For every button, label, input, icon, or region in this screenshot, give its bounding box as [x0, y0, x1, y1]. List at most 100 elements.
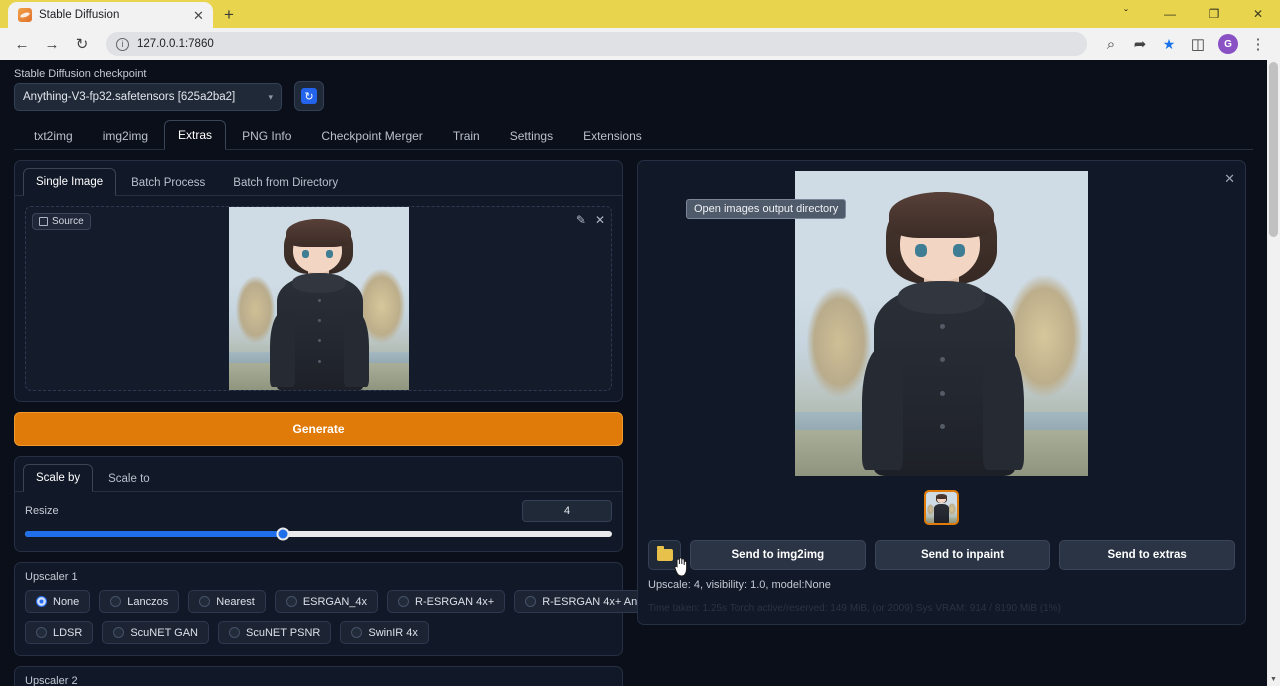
radio-icon — [36, 627, 47, 638]
source-image-preview — [229, 206, 409, 391]
result-thumbnail-strip — [648, 490, 1235, 525]
send-to-inpaint-button[interactable]: Send to inpaint — [875, 540, 1051, 570]
window-close-icon[interactable]: ✕ — [1236, 0, 1280, 28]
reload-icon[interactable]: ↻ — [68, 30, 96, 58]
resize-slider[interactable] — [25, 531, 612, 537]
browser-toolbar: ← → ↻ i 127.0.0.1:7860 ⌕ ➦ ★ ◫ G ⋮ — [0, 28, 1280, 60]
option-label: Lanczos — [127, 596, 168, 608]
upscaler1-option-ldsr[interactable]: LDSR — [25, 621, 93, 644]
anime-girl-thumbnail — [926, 492, 957, 523]
option-label: ScuNET PSNR — [246, 627, 320, 639]
tab-train[interactable]: Train — [439, 121, 494, 150]
radio-icon — [525, 596, 536, 607]
tab-png-info[interactable]: PNG Info — [228, 121, 305, 150]
profile-avatar[interactable]: G — [1218, 34, 1238, 54]
scroll-down-arrow[interactable]: ▼ — [1267, 673, 1280, 686]
resize-value-input[interactable]: 4 — [522, 500, 612, 522]
address-bar[interactable]: i 127.0.0.1:7860 — [106, 32, 1087, 56]
tab-extras[interactable]: Extras — [164, 120, 226, 150]
upscaler1-option-r-esrgan-4x-plus[interactable]: R-ESRGAN 4x+ — [387, 590, 505, 613]
tab-settings[interactable]: Settings — [496, 121, 567, 150]
checkpoint-row: Stable Diffusion checkpoint Anything-V3-… — [14, 68, 1253, 111]
radio-icon — [398, 596, 409, 607]
window-controls: ˇ — ❐ ✕ — [1104, 0, 1280, 28]
new-tab-button[interactable]: + — [215, 2, 243, 28]
upscaler1-option-scunet-gan[interactable]: ScuNET GAN — [102, 621, 209, 644]
checkpoint-label: Stable Diffusion checkpoint — [14, 68, 282, 80]
upscaler-1-group: Upscaler 1 None Lanczos — [14, 562, 623, 656]
single-image-body: Source ✎ ✕ — [15, 196, 622, 401]
chevron-down-icon: ▾ — [268, 92, 273, 103]
upscaler1-option-swinir-4x[interactable]: SwinIR 4x — [340, 621, 429, 644]
option-label: R-ESRGAN 4x+ — [415, 596, 494, 608]
upscaler-1-row-2: LDSR ScuNET GAN ScuNET PSNR — [25, 621, 612, 644]
radio-icon — [199, 596, 210, 607]
mouse-cursor-icon — [674, 557, 690, 577]
result-gallery-panel: ✕ — [637, 160, 1246, 625]
tab-txt2img[interactable]: txt2img — [20, 121, 87, 150]
webui-page: Stable Diffusion checkpoint Anything-V3-… — [0, 60, 1280, 686]
page-scrollbar[interactable]: ▲ ▼ — [1267, 60, 1280, 686]
tab-scale-by[interactable]: Scale by — [23, 464, 93, 492]
result-thumbnail[interactable] — [924, 490, 959, 525]
option-label: ESRGAN_4x — [303, 596, 367, 608]
clear-image-close-icon[interactable]: ✕ — [595, 213, 605, 227]
option-label: SwinIR 4x — [368, 627, 418, 639]
chevron-down-icon[interactable]: ˇ — [1104, 0, 1148, 28]
site-info-icon[interactable]: i — [116, 38, 129, 51]
maximize-icon[interactable]: ❐ — [1192, 0, 1236, 28]
browser-tab-title: Stable Diffusion — [39, 9, 183, 21]
search-icon[interactable]: ⌕ — [1097, 30, 1125, 58]
subtab-single-image[interactable]: Single Image — [23, 168, 116, 196]
upscaler1-option-none[interactable]: None — [25, 590, 90, 613]
option-label: Nearest — [216, 596, 255, 608]
page-scrollbar-thumb[interactable] — [1269, 62, 1278, 237]
upscaler-1-title: Upscaler 1 — [25, 571, 612, 583]
tab-close-icon[interactable]: ✕ — [190, 7, 207, 24]
checkpoint-select[interactable]: Anything-V3-fp32.safetensors [625a2ba2] … — [14, 83, 282, 111]
checkpoint-field: Stable Diffusion checkpoint Anything-V3-… — [14, 68, 282, 111]
toolbar-right-icons: ⌕ ➦ ★ ◫ G ⋮ — [1097, 30, 1272, 58]
content-columns: Single Image Batch Process Batch from Di… — [14, 160, 1253, 686]
send-to-img2img-button[interactable]: Send to img2img — [690, 540, 866, 570]
right-column: ✕ — [637, 160, 1246, 686]
subtab-batch-from-directory[interactable]: Batch from Directory — [220, 169, 351, 196]
open-output-directory-button[interactable] — [648, 540, 681, 570]
source-image-dropzone[interactable]: Source ✎ ✕ — [25, 206, 612, 391]
side-panel-icon[interactable]: ◫ — [1184, 30, 1212, 58]
generate-button[interactable]: Generate — [14, 412, 623, 446]
result-memory-footer: Time taken: 1.25s Torch active/reserved:… — [648, 603, 1235, 614]
upscaler1-option-scunet-psnr[interactable]: ScuNET PSNR — [218, 621, 331, 644]
bookmark-star-icon[interactable]: ★ — [1155, 30, 1183, 58]
browser-menu-icon[interactable]: ⋮ — [1244, 30, 1272, 58]
source-badge: Source — [32, 213, 91, 230]
subtab-batch-process[interactable]: Batch Process — [118, 169, 218, 196]
tab-checkpoint-merger[interactable]: Checkpoint Merger — [307, 121, 436, 150]
upscaler1-option-lanczos[interactable]: Lanczos — [99, 590, 179, 613]
option-label: None — [53, 596, 79, 608]
minimize-icon[interactable]: — — [1148, 0, 1192, 28]
radio-icon — [113, 627, 124, 638]
anime-girl-illustration — [229, 206, 409, 391]
tab-extensions[interactable]: Extensions — [569, 121, 656, 150]
scale-panel: Scale by Scale to Resize 4 — [14, 456, 623, 552]
tab-scale-to[interactable]: Scale to — [95, 465, 163, 492]
radio-icon — [351, 627, 362, 638]
share-icon[interactable]: ➦ — [1126, 30, 1154, 58]
result-actions: Send to img2img Send to inpaint Send to … — [648, 540, 1235, 570]
result-close-icon[interactable]: ✕ — [1224, 171, 1235, 187]
browser-tab[interactable]: Stable Diffusion ✕ — [8, 2, 213, 28]
resize-slider-thumb[interactable] — [277, 528, 290, 541]
back-icon[interactable]: ← — [8, 30, 36, 58]
upscaler-2-group: Upscaler 2 None Lanczos — [14, 666, 623, 686]
forward-icon[interactable]: → — [38, 30, 66, 58]
upscaler1-option-nearest[interactable]: Nearest — [188, 590, 266, 613]
refresh-checkpoints-button[interactable]: ↻ — [294, 81, 324, 111]
browser-window: Stable Diffusion ✕ + ˇ — ❐ ✕ ← → ↻ i 127… — [0, 0, 1280, 686]
tab-img2img[interactable]: img2img — [89, 121, 162, 150]
send-to-extras-button[interactable]: Send to extras — [1059, 540, 1235, 570]
edit-pencil-icon[interactable]: ✎ — [576, 213, 586, 227]
browser-titlebar: Stable Diffusion ✕ + ˇ — ❐ ✕ — [0, 0, 1280, 28]
extras-sub-tabs: Single Image Batch Process Batch from Di… — [15, 161, 622, 196]
upscaler1-option-esrgan-4x[interactable]: ESRGAN_4x — [275, 590, 378, 613]
